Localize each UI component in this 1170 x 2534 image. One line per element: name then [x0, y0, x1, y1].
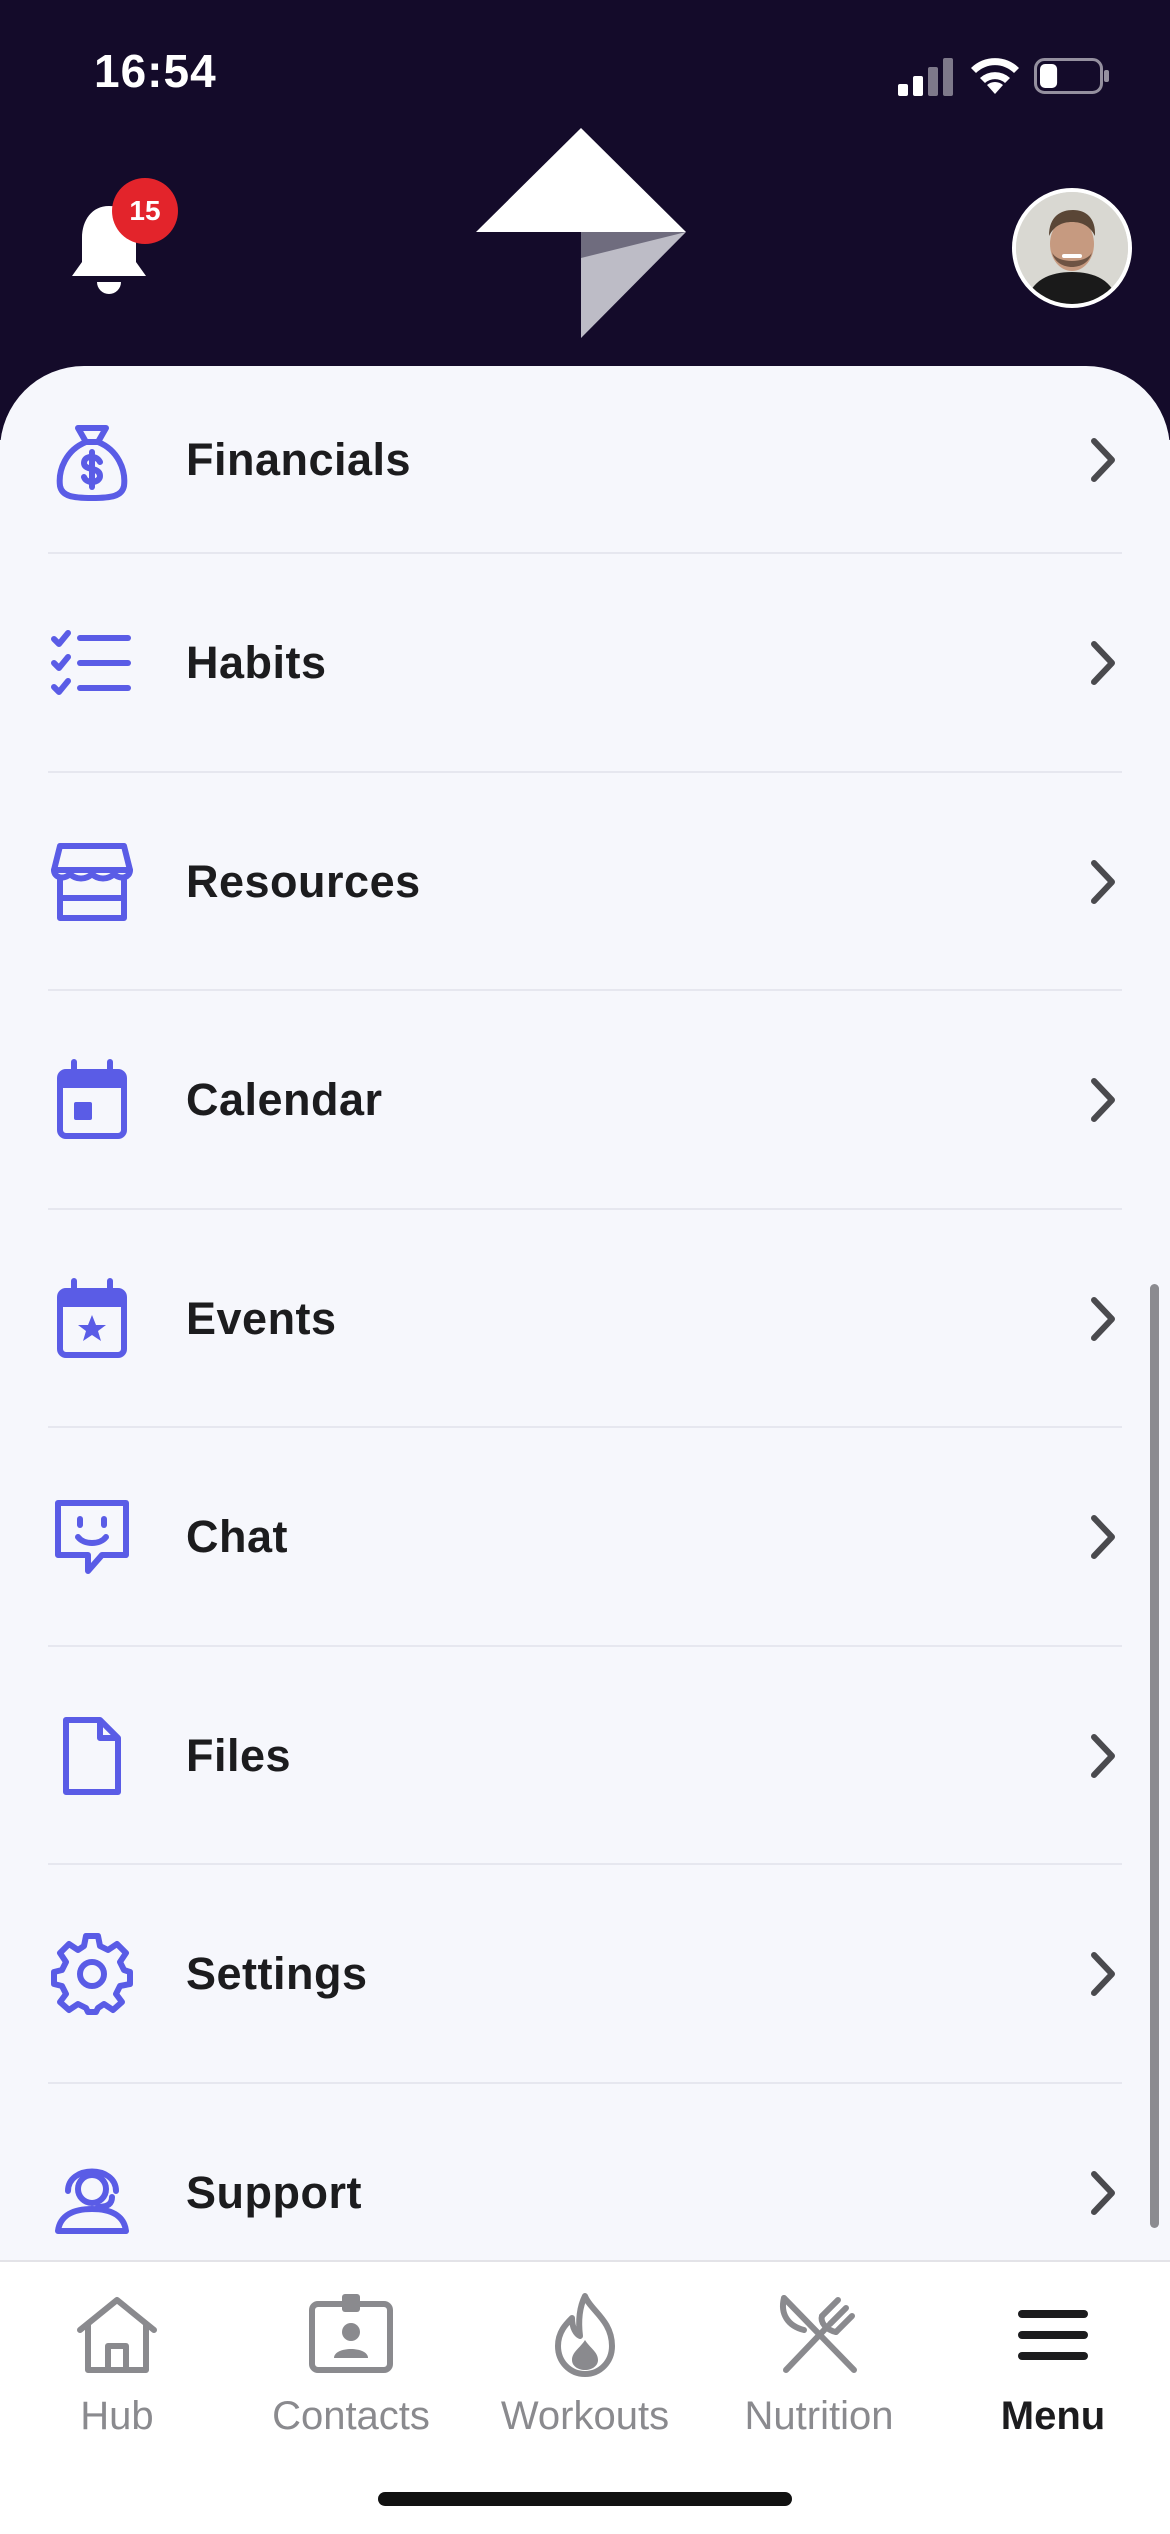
menu-item-label: Files [186, 1729, 292, 1781]
chevron-right-icon [1091, 641, 1115, 686]
tab-label: Hub [80, 2394, 154, 2438]
menu-item-label: Support [186, 2166, 362, 2218]
menu-item-files[interactable]: Files [0, 1647, 1170, 1865]
menu-item-label: Resources [186, 855, 421, 907]
chevron-right-icon [1091, 1296, 1115, 1341]
gear-icon [51, 1933, 133, 2016]
money-bag-icon [56, 425, 128, 501]
flame-icon [555, 2293, 615, 2377]
battery-icon [1034, 58, 1109, 94]
menu-item-chat[interactable]: Chat [0, 1428, 1170, 1647]
chevron-right-icon [1091, 859, 1115, 904]
hamburger-menu-icon [1018, 2310, 1088, 2360]
menu-item-label: Settings [186, 1948, 368, 2000]
menu-item-resources[interactable]: Resources [0, 773, 1170, 991]
chevron-right-icon [1091, 1952, 1115, 1997]
app-logo [476, 128, 686, 338]
tab-contacts[interactable]: Contacts [234, 2290, 468, 2460]
menu-item-label: Events [186, 1292, 337, 1344]
tab-workouts[interactable]: Workouts [468, 2290, 702, 2460]
contact-card-icon [309, 2294, 393, 2373]
chevron-right-icon [1091, 1515, 1115, 1560]
utensils-icon [780, 2295, 857, 2373]
tab-label: Menu [1000, 2394, 1106, 2438]
wifi-icon [971, 58, 1019, 94]
menu-item-settings[interactable]: Settings [0, 1865, 1170, 2084]
menu-item-support[interactable]: Support [0, 2084, 1170, 2261]
status-time: 16:54 [94, 45, 217, 97]
tab-nutrition[interactable]: Nutrition [702, 2290, 936, 2460]
menu-item-label: Habits [186, 637, 327, 689]
tab-menu[interactable]: Menu [936, 2290, 1170, 2460]
menu-item-label: Financials [186, 434, 412, 485]
menu-item-financials[interactable]: Financials [0, 366, 1170, 554]
home-icon [77, 2297, 157, 2373]
menu-panel: Financials Habits Resources Calendar Eve… [0, 366, 1170, 2260]
chevron-right-icon [1091, 2170, 1115, 2215]
scrollbar[interactable] [1150, 1284, 1159, 2228]
tab-label: Nutrition [744, 2394, 894, 2438]
home-indicator [378, 2492, 792, 2506]
tab-hub[interactable]: Hub [0, 2290, 234, 2460]
menu-list: Financials Habits Resources Calendar Eve… [0, 366, 1170, 2260]
calendar-icon [57, 1059, 127, 1140]
storefront-icon [51, 842, 133, 921]
cellular-signal-icon [898, 58, 953, 96]
menu-item-calendar[interactable]: Calendar [0, 991, 1170, 1210]
user-photo-icon [1016, 192, 1128, 304]
chevron-right-icon [1091, 1078, 1115, 1123]
chevron-right-icon [1091, 438, 1115, 482]
tab-label: Workouts [500, 2394, 670, 2438]
menu-item-label: Chat [186, 1511, 288, 1563]
notification-badge: 15 [112, 178, 178, 244]
file-icon [63, 1716, 121, 1795]
chat-smile-icon [55, 1500, 129, 1575]
checklist-icon [51, 630, 131, 696]
support-agent-icon [55, 2168, 129, 2234]
calendar-star-icon [57, 1277, 127, 1358]
chevron-right-icon [1091, 1733, 1115, 1778]
status-icons [898, 50, 1118, 100]
menu-item-events[interactable]: Events [0, 1210, 1170, 1428]
tab-label: Contacts [272, 2394, 430, 2438]
profile-avatar[interactable] [1012, 188, 1132, 308]
menu-item-label: Calendar [186, 1074, 383, 1126]
menu-item-habits[interactable]: Habits [0, 554, 1170, 773]
